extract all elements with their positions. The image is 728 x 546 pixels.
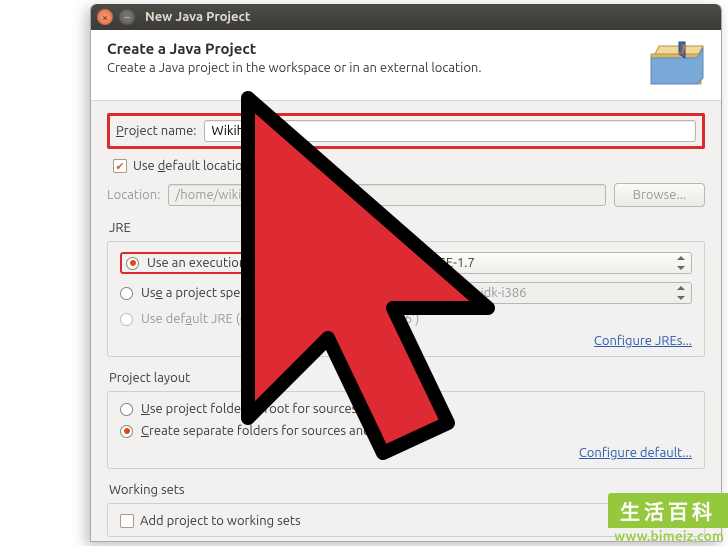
- svg-text:J: J: [678, 43, 687, 58]
- jre-exec-env-row[interactable]: Use an execution environment JRE: JavaSE…: [120, 252, 692, 274]
- radio-icon[interactable]: [120, 403, 133, 416]
- location-input: [168, 184, 605, 206]
- location-row: Location: Browse...: [107, 183, 705, 207]
- page-subtitle: Create a Java project in the workspace o…: [107, 61, 482, 75]
- jre-project-specific-row[interactable]: Use a project specific JRE: java-7-openj…: [120, 282, 692, 304]
- minimize-icon[interactable]: ‒: [119, 9, 135, 25]
- project-name-row: Project name:: [107, 113, 705, 149]
- jre-fieldset: Use an execution environment JRE: JavaSE…: [107, 241, 705, 357]
- jre-project-label: Use a project specific JRE:: [141, 286, 292, 300]
- jre-project-combo: java-7-openjdk-i386: [404, 282, 692, 304]
- dialog-body: Project name: ✔ Use default location Loc…: [91, 101, 721, 541]
- use-default-location-row[interactable]: ✔ Use default location: [113, 159, 705, 173]
- window-title: New Java Project: [145, 10, 251, 24]
- configure-default-link[interactable]: Configure default...: [579, 446, 692, 460]
- use-default-location-label: Use default location: [133, 159, 250, 173]
- checkbox-checked-icon[interactable]: ✔: [113, 159, 127, 173]
- jre-exec-env-combo[interactable]: JavaSE-1.7: [404, 252, 692, 274]
- dialog-header: Create a Java Project Create a Java proj…: [91, 30, 721, 101]
- jre-legend: JRE: [109, 221, 705, 235]
- layout-separate-row[interactable]: Create separate folders for sources and …: [120, 424, 692, 438]
- watermark-text: 生活百科: [608, 493, 728, 528]
- layout-legend: Project layout: [109, 371, 705, 385]
- project-name-label: Project name:: [116, 124, 196, 138]
- radio-icon[interactable]: [120, 313, 133, 326]
- radio-selected-icon[interactable]: [126, 257, 139, 270]
- checkbox-unchecked-icon[interactable]: ✔: [120, 514, 134, 528]
- watermark-url: www.bimeiz.com: [614, 528, 728, 544]
- watermark: 生活百科 www.bimeiz.com: [608, 493, 728, 544]
- browse-button[interactable]: Browse...: [614, 183, 705, 207]
- location-label: Location:: [107, 188, 160, 202]
- jre-exec-env-label: Use an execution environment JRE:: [147, 256, 352, 270]
- layout-root-label: Use project folder as root for sources a…: [141, 402, 440, 416]
- project-name-input[interactable]: [204, 120, 696, 142]
- java-folder-icon: J: [649, 40, 705, 86]
- titlebar: × ‒ New Java Project: [91, 4, 721, 30]
- configure-jres-link[interactable]: Configure JREs...: [594, 334, 692, 348]
- layout-separate-label: Create separate folders for sources and …: [141, 424, 429, 438]
- page-title: Create a Java Project: [107, 40, 482, 57]
- layout-fieldset: Use project folder as root for sources a…: [107, 391, 705, 469]
- add-working-sets-row[interactable]: ✔ Add project to working sets: [120, 514, 692, 528]
- radio-icon[interactable]: [120, 287, 133, 300]
- layout-root-row[interactable]: Use project folder as root for sources a…: [120, 402, 692, 416]
- jre-default-row[interactable]: Use default JRE (currently 'java-7-openj…: [120, 312, 692, 326]
- radio-selected-icon[interactable]: [120, 425, 133, 438]
- add-working-sets-label: Add project to working sets: [140, 514, 301, 528]
- dialog-window: × ‒ New Java Project Create a Java Proje…: [90, 4, 722, 542]
- close-icon[interactable]: ×: [97, 9, 113, 25]
- jre-default-label: Use default JRE (currently 'java-7-openj…: [141, 312, 419, 326]
